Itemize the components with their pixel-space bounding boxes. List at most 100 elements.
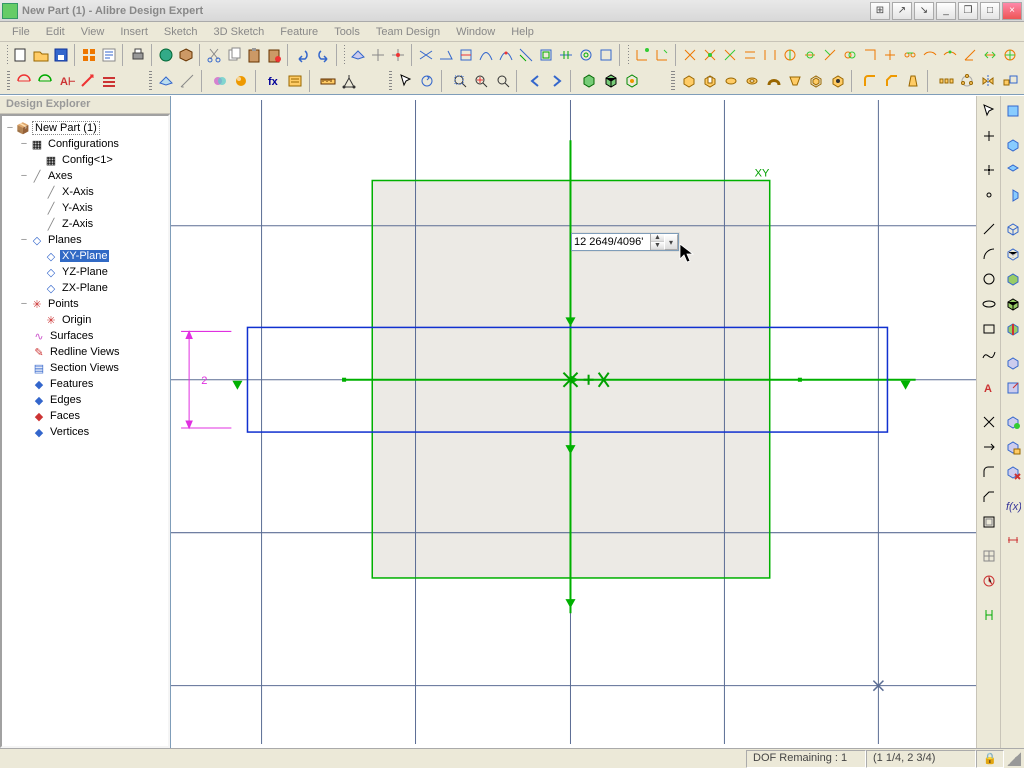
cut-icon[interactable] [205, 44, 223, 66]
rotate-view-icon[interactable] [418, 70, 437, 92]
menu-window[interactable]: Window [448, 24, 503, 40]
extrude-cut-icon[interactable] [700, 70, 719, 92]
loft-icon[interactable] [785, 70, 804, 92]
mass-props-icon[interactable] [340, 70, 359, 92]
sketch-node-icon[interactable] [978, 184, 1000, 206]
properties-icon[interactable] [100, 44, 118, 66]
hole-icon[interactable] [828, 70, 847, 92]
sketch-spline-icon[interactable] [978, 343, 1000, 365]
sketch-point-icon[interactable] [978, 125, 1000, 147]
package-icon[interactable] [177, 44, 195, 66]
toolbar-grip[interactable] [7, 45, 8, 65]
pattern-linear-icon[interactable] [936, 70, 955, 92]
revolve-cut-icon[interactable] [743, 70, 762, 92]
menu-3dsketch[interactable]: 3D Sketch [206, 24, 273, 40]
constraint-19-icon[interactable] [1001, 44, 1019, 66]
view-iso-icon[interactable] [1002, 134, 1024, 156]
dimension-dropdown[interactable]: ▾ [664, 234, 678, 250]
explorer-tree[interactable]: −📦New Part (1) −▦Configurations ▦Config<… [0, 114, 170, 748]
sketch-point2-icon[interactable] [978, 159, 1000, 181]
annotate-icon[interactable]: A⊢ [57, 70, 76, 92]
material-icon[interactable] [210, 70, 229, 92]
paste-stamp-icon[interactable] [265, 44, 283, 66]
new-icon[interactable] [12, 44, 30, 66]
view-side-icon[interactable] [1002, 184, 1024, 206]
constraint-9-icon[interactable] [801, 44, 819, 66]
tree-root[interactable]: −📦New Part (1) [4, 120, 166, 136]
tree-yaxis[interactable]: ╱Y-Axis [4, 200, 166, 216]
view-section-icon[interactable] [1002, 318, 1024, 340]
constraint-2-icon[interactable] [653, 44, 671, 66]
tree-section[interactable]: ▤Section Views [4, 360, 166, 376]
constraint-10-icon[interactable] [821, 44, 839, 66]
menu-edit[interactable]: Edit [38, 24, 73, 40]
sweep-icon[interactable] [764, 70, 783, 92]
tree-xaxis[interactable]: ╱X-Axis [4, 184, 166, 200]
sketch-line-icon[interactable] [978, 218, 1000, 240]
view-named-icon[interactable] [1002, 436, 1024, 458]
fillet-icon[interactable] [861, 70, 880, 92]
constraint-1-icon[interactable] [633, 44, 651, 66]
tree-yz-plane[interactable]: ◇YZ-Plane [4, 264, 166, 280]
perspective-icon[interactable] [622, 70, 641, 92]
tree-points[interactable]: −✳Points [4, 296, 166, 312]
view-orient-icon[interactable] [1002, 352, 1024, 374]
revolve-boss-icon[interactable] [722, 70, 741, 92]
draft-icon[interactable] [903, 70, 922, 92]
sketch-select-icon[interactable] [978, 100, 1000, 122]
pattern-circular-icon[interactable] [957, 70, 976, 92]
sketch-analyze-icon[interactable] [978, 570, 1000, 592]
menu-feature[interactable]: Feature [272, 24, 326, 40]
sketch-rect-icon[interactable] [978, 318, 1000, 340]
insert-axis-icon[interactable] [369, 44, 387, 66]
open-icon[interactable] [32, 44, 50, 66]
tree-faces[interactable]: ◆Faces [4, 408, 166, 424]
toolbar-grip[interactable] [671, 71, 674, 91]
paste-icon[interactable] [245, 44, 263, 66]
select-icon[interactable] [396, 70, 415, 92]
zoom-fit-icon[interactable] [472, 70, 491, 92]
constraint-6-icon[interactable] [741, 44, 759, 66]
sketch-extend-icon[interactable] [978, 436, 1000, 458]
tree-redline[interactable]: ✎Redline Views [4, 344, 166, 360]
tree-edges[interactable]: ◆Edges [4, 392, 166, 408]
axis-icon[interactable] [178, 70, 197, 92]
constraint-3-icon[interactable] [681, 44, 699, 66]
tree-xy-plane[interactable]: ◇XY-Plane [4, 248, 166, 264]
tool-i-icon[interactable] [577, 44, 595, 66]
prev-view-icon[interactable] [526, 70, 545, 92]
tool-f-icon[interactable] [517, 44, 535, 66]
tree-axes[interactable]: −╱Axes [4, 168, 166, 184]
dimension-spinner[interactable]: ▲▼ [650, 234, 664, 250]
dimension-input[interactable]: ▲▼ ▾ [571, 233, 679, 251]
sketch-3d-icon[interactable] [36, 70, 55, 92]
tool-g-icon[interactable] [537, 44, 555, 66]
insert-point-icon[interactable] [389, 44, 407, 66]
sketch-2d-icon[interactable] [14, 70, 33, 92]
equation-icon[interactable]: fx [264, 70, 283, 92]
scale-icon[interactable] [1000, 70, 1019, 92]
toolbar-grip[interactable] [344, 45, 345, 65]
view-remove-icon[interactable] [1002, 461, 1024, 483]
constraint-7-icon[interactable] [761, 44, 779, 66]
winbtn-pin[interactable]: ↘ [914, 2, 934, 20]
extrude-boss-icon[interactable] [679, 70, 698, 92]
tree-configurations[interactable]: −▦Configurations [4, 136, 166, 152]
constraint-11-icon[interactable] [841, 44, 859, 66]
tree-features[interactable]: ◆Features [4, 376, 166, 392]
sketch-circle-icon[interactable] [978, 268, 1000, 290]
constraint-13-icon[interactable] [881, 44, 899, 66]
winbtn-unpin[interactable]: ↗ [892, 2, 912, 20]
tool-b-icon[interactable] [437, 44, 455, 66]
catalog-icon[interactable] [286, 70, 305, 92]
constraint-16-icon[interactable] [941, 44, 959, 66]
view-edges-icon[interactable] [1002, 293, 1024, 315]
mirror-icon[interactable] [979, 70, 998, 92]
view-front-icon[interactable] [1002, 100, 1024, 122]
view-normal-icon[interactable] [1002, 377, 1024, 399]
view-shaded-icon[interactable] [1002, 268, 1024, 290]
shade-icon[interactable] [580, 70, 599, 92]
constraint-8-icon[interactable] [781, 44, 799, 66]
toolbar-grip[interactable] [389, 71, 392, 91]
tree-zx-plane[interactable]: ◇ZX-Plane [4, 280, 166, 296]
